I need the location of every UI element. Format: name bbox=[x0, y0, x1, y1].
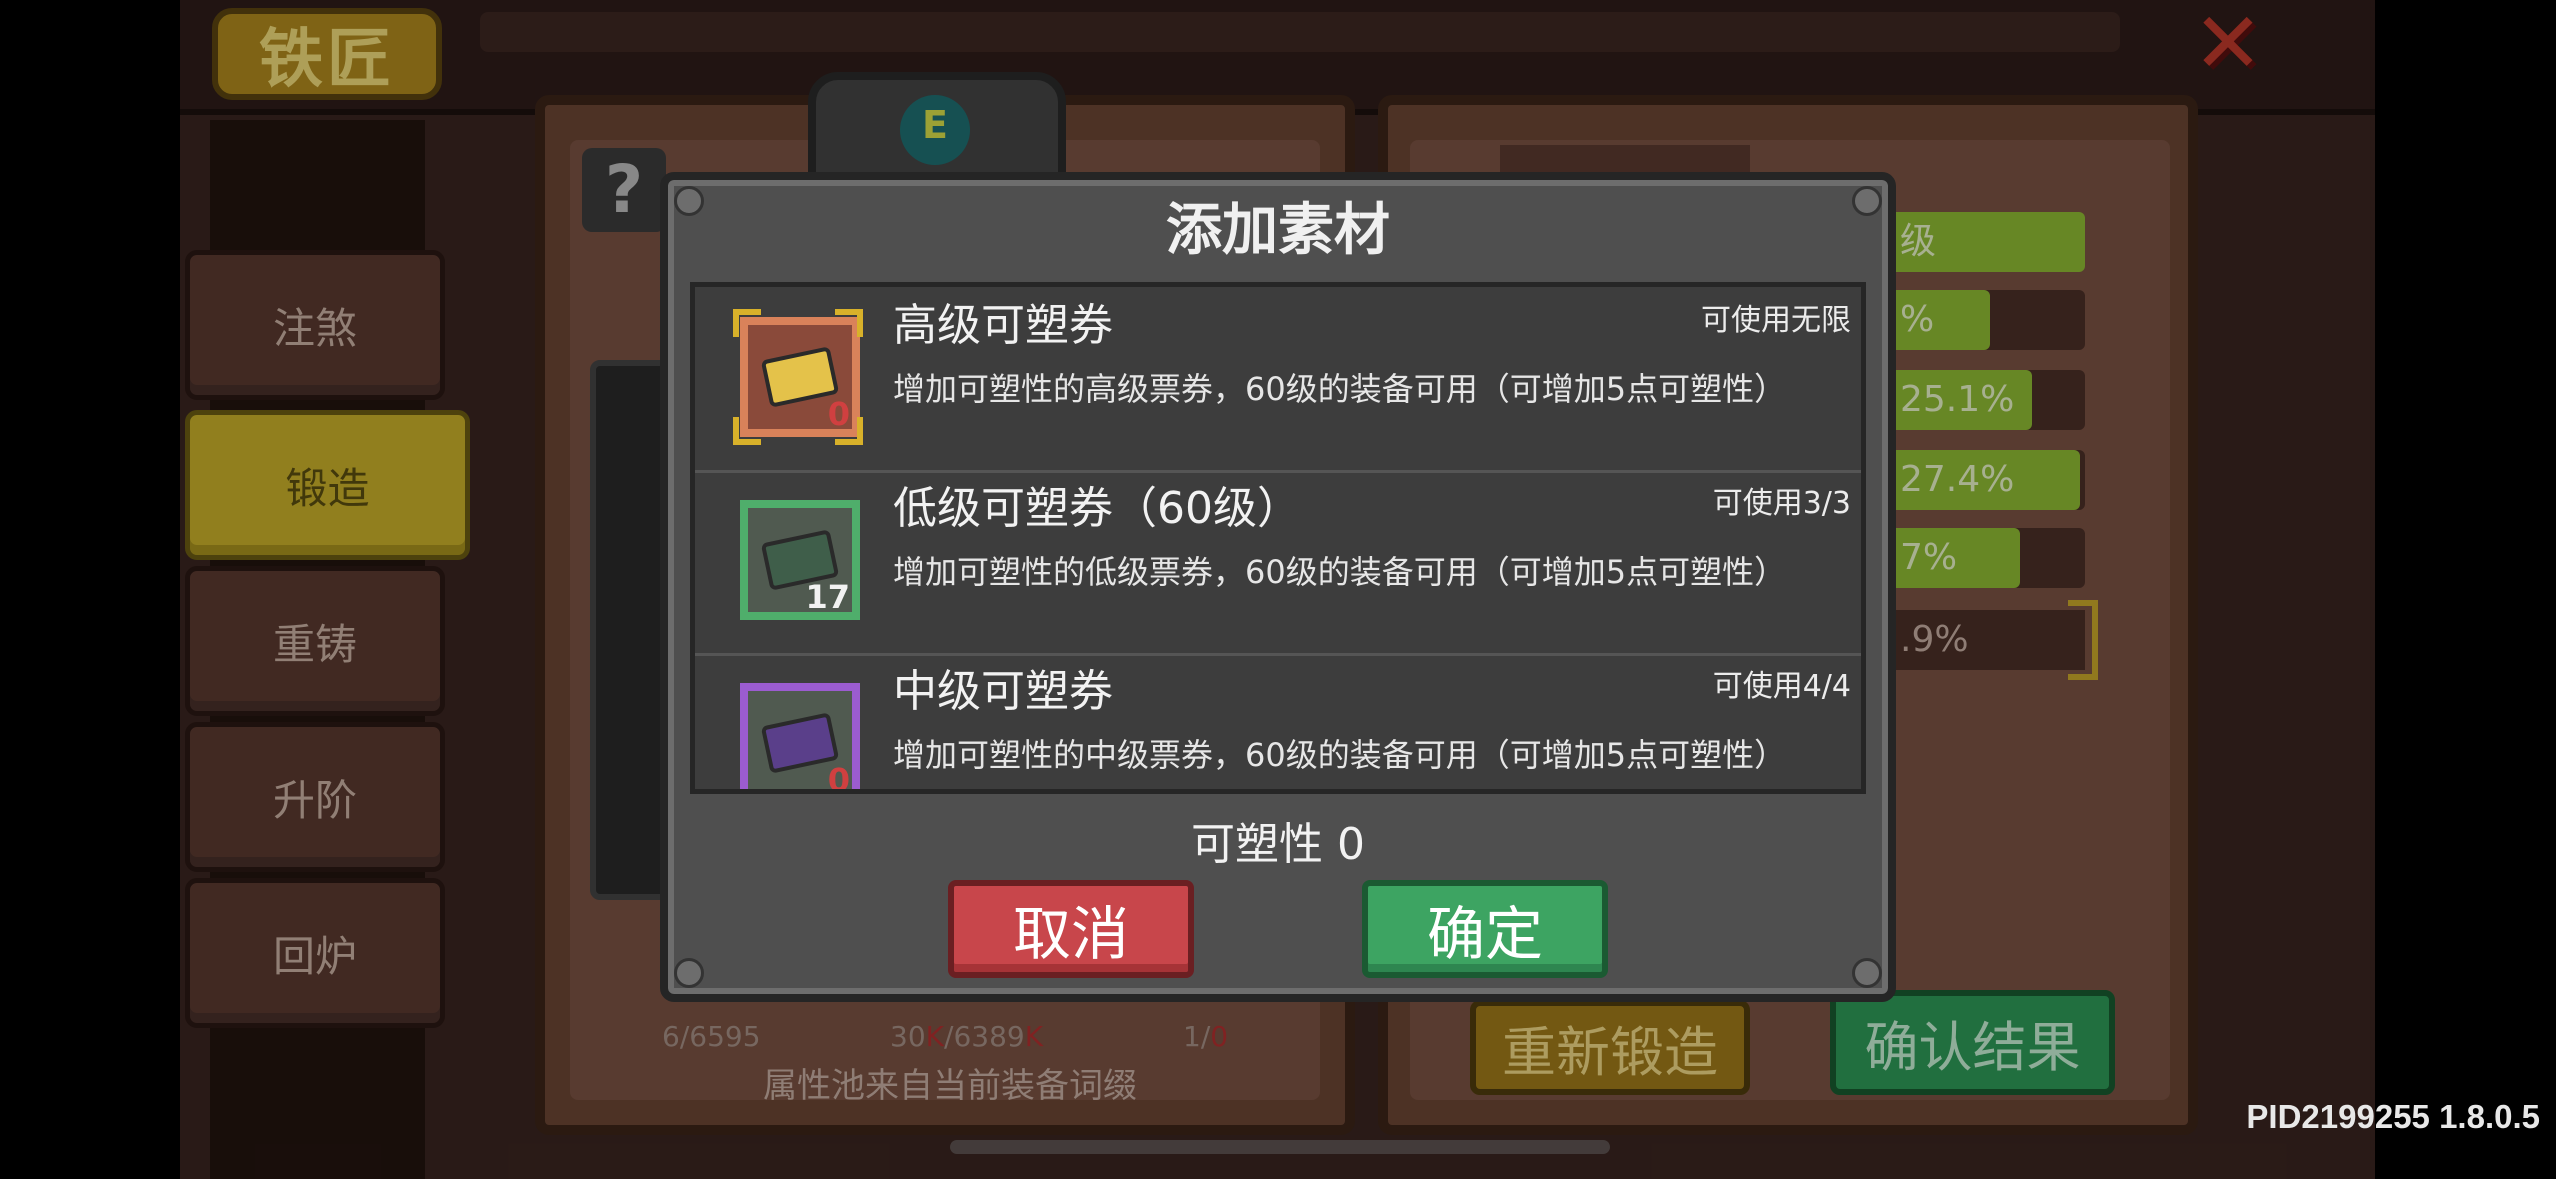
item-description: 增加可塑性的中级票券，60级的装备可用（可增加5点可塑性） bbox=[893, 736, 1787, 774]
material-item-mid[interactable]: 0 中级可塑券 可使用4/4 增加可塑性的中级票券，60级的装备可用（可增加5点… bbox=[695, 653, 1861, 794]
rivet-icon bbox=[1852, 958, 1882, 988]
selected-corner-icon bbox=[733, 309, 761, 337]
rivet-icon bbox=[674, 958, 704, 988]
selected-corner-icon bbox=[733, 417, 761, 445]
item-name: 中级可塑券 bbox=[893, 666, 1113, 717]
item-name: 低级可塑券（60级） bbox=[893, 483, 1301, 534]
ticket-icon: 17 bbox=[740, 500, 860, 620]
item-usage: 可使用4/4 bbox=[1712, 669, 1851, 704]
item-name: 高级可塑券 bbox=[893, 300, 1113, 351]
item-description: 增加可塑性的高级票券，60级的装备可用（可增加5点可塑性） bbox=[893, 370, 1787, 408]
material-item-low[interactable]: 17 低级可塑券（60级） 可使用3/3 增加可塑性的低级票券，60级的装备可用… bbox=[695, 470, 1861, 656]
item-count: 17 bbox=[805, 578, 850, 616]
version-tag: PID2199255 1.8.0.5 bbox=[2246, 1098, 2540, 1135]
item-count: 0 bbox=[827, 761, 850, 794]
confirm-button[interactable]: 确定 bbox=[1362, 880, 1608, 978]
item-usage: 可使用无限 bbox=[1701, 303, 1851, 338]
item-description: 增加可塑性的低级票券，60级的装备可用（可增加5点可塑性） bbox=[893, 553, 1787, 591]
selected-corner-icon bbox=[835, 417, 863, 445]
selected-corner-icon bbox=[835, 309, 863, 337]
ticket-icon: 0 bbox=[740, 683, 860, 794]
material-list[interactable]: 0 高级可塑券 可使用无限 增加可塑性的高级票券，60级的装备可用（可增加5点可… bbox=[690, 282, 1866, 794]
item-usage: 可使用3/3 bbox=[1712, 486, 1851, 521]
material-item-advanced[interactable]: 0 高级可塑券 可使用无限 增加可塑性的高级票券，60级的装备可用（可增加5点可… bbox=[695, 287, 1861, 473]
cancel-button[interactable]: 取消 bbox=[948, 880, 1194, 978]
plasticity-value: 可塑性 0 bbox=[1191, 819, 1365, 870]
dialog-title: 添加素材 bbox=[1166, 198, 1390, 263]
